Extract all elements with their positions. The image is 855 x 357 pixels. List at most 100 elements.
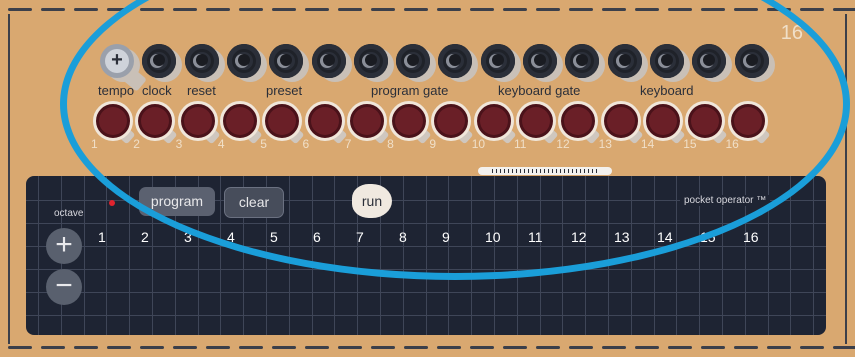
grid-line <box>402 176 404 335</box>
plus-icon: + <box>105 49 129 73</box>
step-7[interactable]: 7 <box>356 229 364 245</box>
octave-minus-button[interactable]: − <box>46 269 82 305</box>
jack-socket[interactable] <box>649 44 684 78</box>
knob-11[interactable] <box>516 101 556 141</box>
knob-3[interactable] <box>177 101 218 141</box>
border-dash <box>239 8 263 11</box>
border-dash <box>8 346 32 349</box>
border-dash <box>635 346 659 349</box>
jack-socket[interactable] <box>438 44 473 78</box>
border-dash <box>74 346 98 349</box>
grid-line <box>608 176 609 335</box>
step-16[interactable]: 16 <box>743 229 759 245</box>
step-6[interactable]: 6 <box>313 229 321 245</box>
knob-15[interactable] <box>685 101 726 141</box>
border-dash <box>206 8 230 11</box>
jack-socket[interactable] <box>184 44 219 78</box>
jack-socket[interactable] <box>269 44 304 78</box>
grid-line <box>311 176 313 335</box>
jack-label-keyboard: keyboard <box>640 83 694 98</box>
knob-1[interactable] <box>93 101 133 141</box>
border-dash <box>668 8 692 11</box>
step-10[interactable]: 10 <box>485 229 501 245</box>
knob-number: 1 <box>91 137 98 151</box>
border-dash <box>41 8 65 11</box>
step-1[interactable]: 1 <box>98 229 106 245</box>
border-dash <box>272 8 296 11</box>
led-indicator <box>109 200 115 206</box>
border-dash <box>602 8 626 11</box>
step-5[interactable]: 5 <box>270 229 278 245</box>
knob-13[interactable] <box>600 101 641 141</box>
jack-label-clock: clock <box>142 83 172 98</box>
jack-socket[interactable] <box>353 44 388 78</box>
border-dash <box>470 346 494 349</box>
jack-socket[interactable] <box>565 44 600 78</box>
knob-number: 15 <box>683 137 697 151</box>
knob-8[interactable] <box>389 101 430 141</box>
jack-label-tempo: tempo <box>98 83 135 98</box>
grid-line <box>813 176 815 335</box>
jack-label-preset: preset <box>266 83 303 98</box>
step-11[interactable]: 11 <box>528 229 543 245</box>
jack-socket[interactable] <box>523 44 557 78</box>
knob-14[interactable] <box>642 101 683 141</box>
knob-7[interactable] <box>346 101 387 141</box>
knob-5[interactable] <box>262 101 303 141</box>
border-dash <box>833 346 855 349</box>
step-13[interactable]: 13 <box>614 229 630 245</box>
grid-line <box>653 176 655 335</box>
jack-socket[interactable] <box>142 44 177 78</box>
knob-number: 9 <box>429 137 437 151</box>
border-dash <box>140 346 164 349</box>
octave-plus-button[interactable]: + <box>46 228 82 264</box>
knob-number: 5 <box>260 137 267 151</box>
step-12[interactable]: 12 <box>571 229 587 245</box>
step-8[interactable]: 8 <box>399 229 407 245</box>
knob-number: 16 <box>725 137 739 151</box>
knob-10[interactable] <box>473 101 514 141</box>
jack-label-program-gate: program gate <box>371 83 449 98</box>
border-dash <box>701 8 725 11</box>
jack-socket[interactable] <box>734 44 769 78</box>
border-dash <box>107 346 131 349</box>
control-panel: octave + − program clear run pocket oper… <box>26 176 826 335</box>
border-dash <box>536 8 560 11</box>
knob-6[interactable] <box>304 101 345 141</box>
step-4[interactable]: 4 <box>227 229 235 245</box>
step-2[interactable]: 2 <box>141 229 149 245</box>
jack-socket[interactable] <box>480 44 515 78</box>
step-9[interactable]: 9 <box>442 229 450 245</box>
grid-line <box>448 176 450 335</box>
jack-socket[interactable] <box>692 44 727 78</box>
border-dash <box>668 346 692 349</box>
clear-button[interactable]: clear <box>224 187 284 218</box>
border-dash <box>404 346 428 349</box>
plugged-jack[interactable]: + <box>100 44 134 78</box>
octave-label: octave <box>54 208 84 219</box>
border-dash <box>503 346 527 349</box>
border-dash <box>734 8 758 11</box>
border-dash <box>800 346 824 349</box>
jack-label-reset: reset <box>187 83 216 98</box>
program-button[interactable]: program <box>139 187 215 216</box>
border-dash <box>569 346 593 349</box>
run-button[interactable]: run <box>352 184 392 218</box>
jack-socket[interactable] <box>396 44 431 78</box>
grid-line <box>676 176 678 335</box>
border-dash <box>41 346 65 349</box>
slider-track[interactable] <box>478 167 612 175</box>
border-dash <box>239 346 263 349</box>
border-dash <box>767 8 791 11</box>
step-3[interactable]: 3 <box>184 229 192 245</box>
jack-socket[interactable] <box>311 44 346 78</box>
step-14[interactable]: 14 <box>657 229 673 245</box>
jack-socket[interactable] <box>226 44 261 78</box>
grid-line <box>539 176 541 335</box>
border-dash <box>8 8 32 11</box>
jack-socket[interactable] <box>607 44 642 78</box>
knob-4[interactable] <box>219 101 260 141</box>
step-15[interactable]: 15 <box>700 229 716 245</box>
knob-16[interactable] <box>727 101 768 141</box>
border-dash <box>536 346 560 349</box>
